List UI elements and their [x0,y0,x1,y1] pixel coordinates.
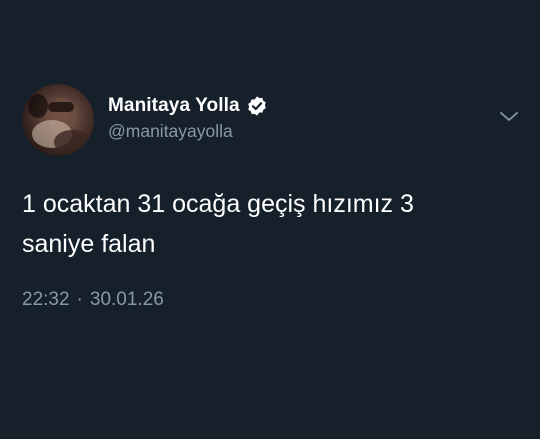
tweet-text-line: saniye falan [22,230,156,258]
meta-separator: · [76,289,83,310]
display-name[interactable]: Manitaya Yolla [108,95,240,117]
avatar-image [28,94,90,154]
tweet-card: Manitaya Yolla @manitayayolla 1 ocaktan … [0,0,540,439]
tweet-time: 22:32 [22,289,70,310]
avatar[interactable] [22,84,94,156]
tweet-text: 1 ocaktan 31 ocağa geçiş hızımız 3 saniy… [22,184,502,264]
name-row: Manitaya Yolla [108,94,268,118]
tweet-text-line: 1 ocaktan 31 ocağa geçiş hızımız 3 [22,190,414,218]
tweet-date: 30.01.26 [89,289,164,310]
tweet-timestamp[interactable]: 22:32 · 30.01.26 [22,289,164,311]
user-handle[interactable]: @manitayayolla [108,121,233,142]
chevron-down-icon[interactable] [497,107,521,127]
verified-badge-icon [246,95,268,117]
